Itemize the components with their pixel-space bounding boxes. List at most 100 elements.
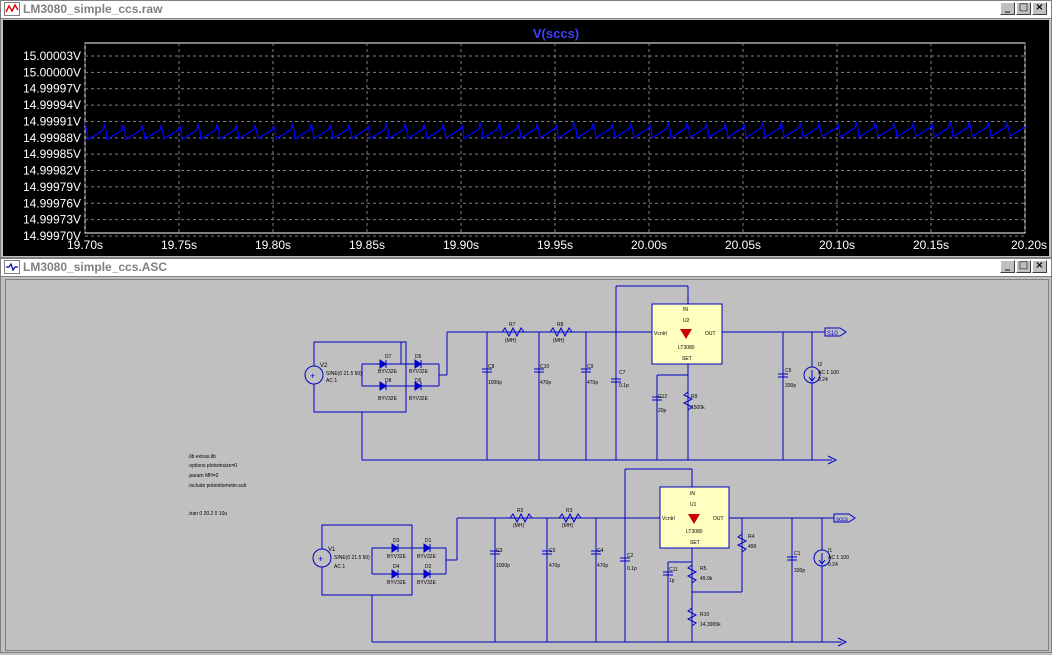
waveform-app-icon xyxy=(4,2,20,16)
svg-text:C1: C1 xyxy=(794,551,801,557)
svg-text:BYV32E: BYV32E xyxy=(387,580,407,586)
svg-text:.param MH=2: .param MH=2 xyxy=(188,473,219,479)
schematic-titlebar[interactable]: LM3080_simple_ccs.ASC _ □ × xyxy=(1,259,1051,277)
waveform-titlebar[interactable]: LM3080_simple_ccs.raw _ □ × xyxy=(1,1,1051,19)
svg-text:R10: R10 xyxy=(700,612,709,618)
schematic-window-title: LM3080_simple_ccs.ASC xyxy=(23,260,168,274)
minimize-button[interactable]: _ xyxy=(1000,260,1015,273)
top-regulator-chip[interactable]: IN U2 Vcntrl OUT LT3080 SET xyxy=(651,303,723,365)
svg-text:SINE(0 21.5 50): SINE(0 21.5 50) xyxy=(326,371,362,377)
x-tick-label: 20.15s xyxy=(913,238,949,252)
svg-text:OUT: OUT xyxy=(713,516,724,522)
svg-text:R8: R8 xyxy=(557,322,564,328)
svg-text:470p: 470p xyxy=(587,380,598,386)
svg-text:D3: D3 xyxy=(393,538,400,544)
svg-text:D7: D7 xyxy=(385,354,392,360)
x-tick-label: 19.85s xyxy=(349,238,385,252)
svg-text:D5: D5 xyxy=(415,354,422,360)
svg-text:D8: D8 xyxy=(385,378,392,384)
svg-text:I2: I2 xyxy=(818,362,822,368)
svg-text:IN: IN xyxy=(690,491,695,497)
svg-text:14.3909k: 14.3909k xyxy=(700,622,721,628)
svg-text:AC 1: AC 1 xyxy=(334,564,345,570)
schematic-canvas[interactable]: + V2 SINE(0 21.5 50) AC 1 D7 BYV32E D5 B… xyxy=(5,279,1049,651)
svg-text:BYV32E: BYV32E xyxy=(387,554,407,560)
maximize-button[interactable]: □ xyxy=(1016,260,1031,273)
svg-text:+: + xyxy=(318,554,323,564)
svg-text:R7: R7 xyxy=(509,322,516,328)
svg-text:C5: C5 xyxy=(785,368,792,374)
svg-text:.options plotwinsize=0: .options plotwinsize=0 xyxy=(188,463,237,469)
svg-text:C2: C2 xyxy=(627,553,634,559)
svg-text:S10: S10 xyxy=(827,331,838,337)
svg-text:BYV32E: BYV32E xyxy=(409,369,429,375)
svg-text:1000p: 1000p xyxy=(496,563,510,569)
svg-text:AC 1 100: AC 1 100 xyxy=(818,370,839,376)
svg-text:{MH}: {MH} xyxy=(513,523,524,529)
bottom-diode-bridge[interactable] xyxy=(391,543,431,579)
svg-text:D1: D1 xyxy=(425,538,432,544)
svg-text:0.24: 0.24 xyxy=(828,562,838,568)
x-tick-label: 20.05s xyxy=(725,238,761,252)
x-tick-label: 20.00s xyxy=(631,238,667,252)
svg-text:C5: C5 xyxy=(549,548,556,554)
svg-text:SINE(0 21.5 50): SINE(0 21.5 50) xyxy=(334,555,370,561)
bottom-source[interactable]: + V1 SINE(0 21.5 50) AC 1 xyxy=(312,547,370,570)
svg-text:49.9k: 49.9k xyxy=(700,576,713,582)
bottom-regulator-chip[interactable]: IN U1 Vcntrl OUT LT3080 SET xyxy=(659,486,730,549)
svg-text:470p: 470p xyxy=(540,380,551,386)
svg-text:C12: C12 xyxy=(658,394,667,400)
y-tick-label: 14.99982V xyxy=(23,164,81,178)
y-tick-label: 14.99994V xyxy=(23,98,81,112)
x-axis-ticks: 19.70s 19.75s 19.80s 19.85s 19.90s 19.95s 20.0… xyxy=(67,238,1047,252)
svg-text:C3: C3 xyxy=(496,548,503,554)
svg-text:0.24: 0.24 xyxy=(818,377,828,383)
waveform-plot-svg[interactable]: V(sccs) 15.00003V 15.00000V 14.99997V 14.99… xyxy=(3,20,1049,256)
x-tick-label: 19.80s xyxy=(255,238,291,252)
y-axis-ticks: 15.00003V 15.00000V 14.99997V 14.99994V 14.9… xyxy=(23,49,81,243)
x-tick-label: 20.20s xyxy=(1011,238,1047,252)
y-tick-label: 14.99976V xyxy=(23,196,81,210)
bottom-capacitors[interactable] xyxy=(490,550,797,576)
svg-text:499: 499 xyxy=(748,544,757,550)
top-capacitors[interactable] xyxy=(482,368,788,401)
close-button[interactable]: × xyxy=(1032,2,1047,15)
svg-text:1000p: 1000p xyxy=(488,380,502,386)
y-tick-label: 14.99985V xyxy=(23,147,81,161)
top-net-label[interactable]: S10 xyxy=(824,327,847,337)
minimize-button[interactable]: _ xyxy=(1000,2,1015,15)
svg-text:C7: C7 xyxy=(619,370,626,376)
y-tick-label: 14.99973V xyxy=(23,213,81,227)
top-current-load[interactable]: I2 AC 1 100 0.24 xyxy=(803,362,839,384)
waveform-window-title: LM3080_simple_ccs.raw xyxy=(23,2,163,16)
svg-text:BYV32E: BYV32E xyxy=(417,554,437,560)
maximize-button[interactable]: □ xyxy=(1016,2,1031,15)
close-button[interactable]: × xyxy=(1032,260,1047,273)
svg-text:C8: C8 xyxy=(488,364,495,370)
x-tick-label: 19.90s xyxy=(443,238,479,252)
top-source[interactable]: + V2 SINE(0 21.5 50) AC 1 xyxy=(304,363,362,385)
trace-label[interactable]: V(sccs) xyxy=(533,26,579,41)
svg-text:IN: IN xyxy=(683,307,688,313)
spice-directives[interactable]: .lib extras.lib .options plotwinsize=0 .… xyxy=(188,454,247,517)
bottom-net-label[interactable]: sccs xyxy=(833,513,856,523)
x-tick-label: 19.75s xyxy=(161,238,197,252)
svg-text:AC 1: AC 1 xyxy=(326,378,337,384)
svg-text:Vcntrl: Vcntrl xyxy=(662,516,675,522)
schematic-window: LM3080_simple_ccs.ASC _ □ × + V2 SINE(0 … xyxy=(0,258,1052,653)
svg-text:V1: V1 xyxy=(328,547,336,553)
y-tick-label: 15.00003V xyxy=(23,49,81,63)
bottom-current-load[interactable]: I1 AC 1 100 0.24 xyxy=(813,548,849,568)
svg-text:LT3080: LT3080 xyxy=(678,345,695,351)
waveform-plot[interactable]: V(sccs) 15.00003V 15.00000V 14.99997V 14.99… xyxy=(3,20,1049,256)
svg-text:330p: 330p xyxy=(785,383,796,389)
svg-text:470p: 470p xyxy=(549,563,560,569)
svg-text:C10: C10 xyxy=(540,364,549,370)
schematic-svg[interactable]: + V2 SINE(0 21.5 50) AC 1 D7 BYV32E D5 B… xyxy=(6,280,1048,650)
y-tick-label: 14.99979V xyxy=(23,180,81,194)
svg-text:330p: 330p xyxy=(794,568,805,574)
trace-line xyxy=(84,120,1026,141)
svg-text:C9: C9 xyxy=(587,364,594,370)
y-tick-label: 15.00000V xyxy=(23,65,81,79)
svg-text:.include potentiometer.sub: .include potentiometer.sub xyxy=(188,483,247,489)
